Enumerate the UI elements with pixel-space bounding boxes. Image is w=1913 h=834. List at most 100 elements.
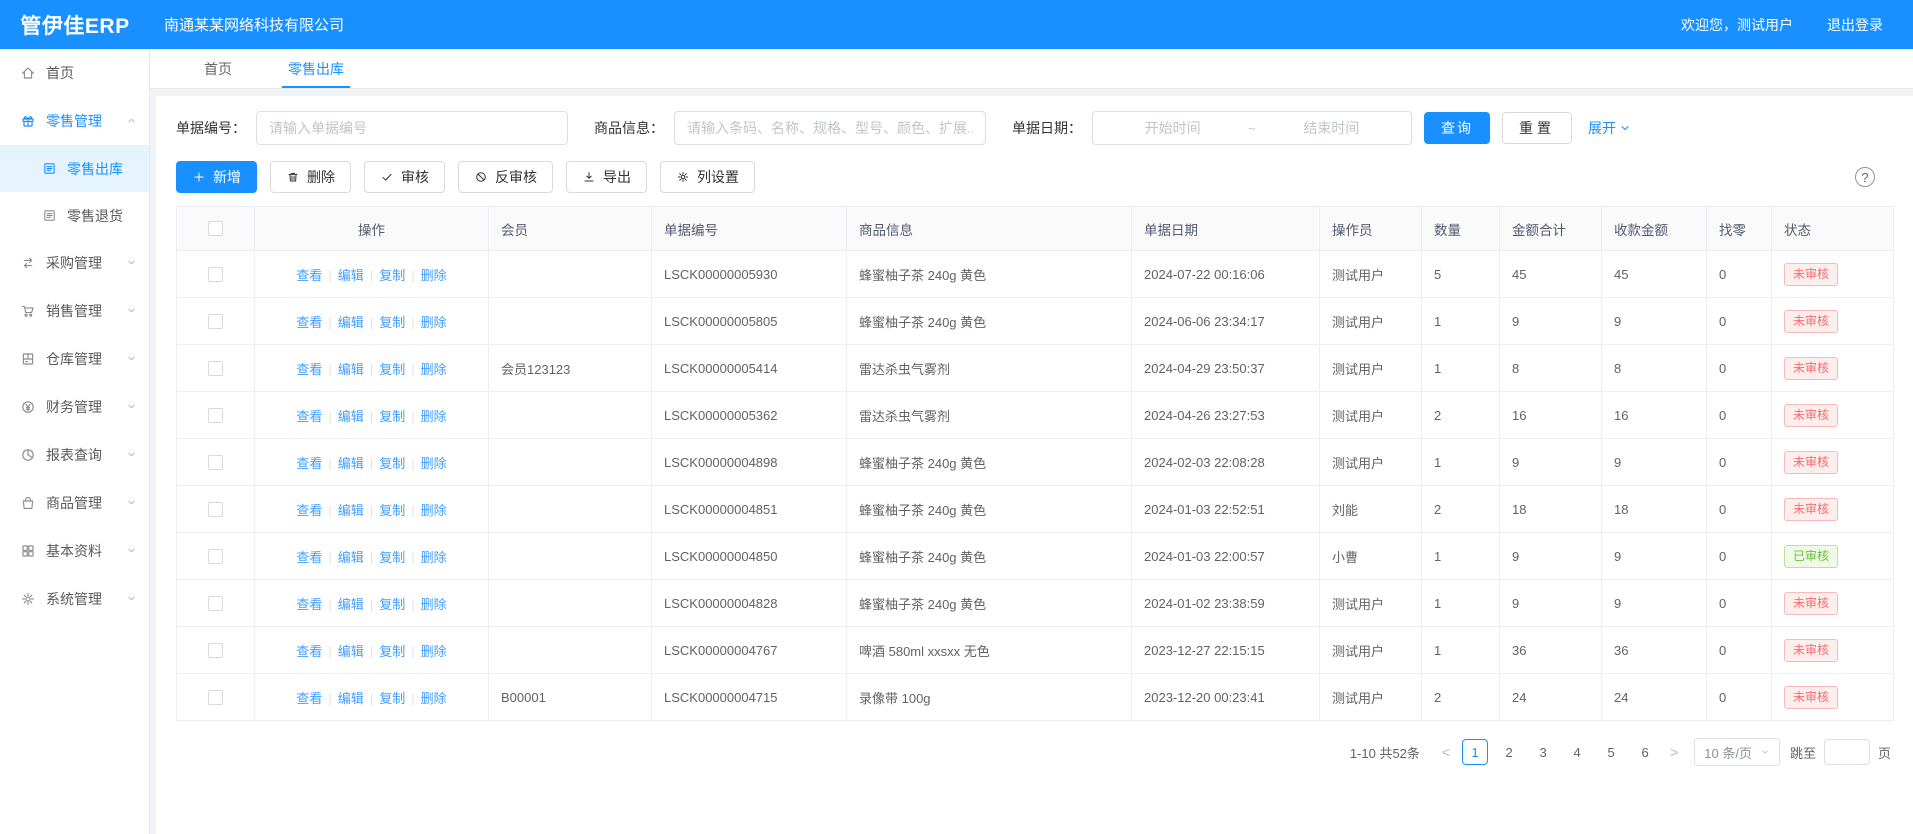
column-settings-button[interactable]: 列设置: [660, 161, 755, 193]
delete-link[interactable]: 删除: [421, 409, 447, 424]
select-all-checkbox[interactable]: [208, 221, 223, 236]
sidebar-item-retail-outbound[interactable]: 零售出库: [0, 145, 149, 192]
row-checkbox[interactable]: [208, 502, 223, 517]
edit-link[interactable]: 编辑: [338, 503, 364, 518]
page-number-2[interactable]: 2: [1496, 739, 1522, 765]
sidebar-item-basic[interactable]: 基本资料: [0, 527, 149, 575]
delete-link[interactable]: 删除: [421, 644, 447, 659]
row-checkbox[interactable]: [208, 267, 223, 282]
edit-link[interactable]: 编辑: [338, 315, 364, 330]
view-link[interactable]: 查看: [296, 456, 322, 471]
sidebar-item-label: 基本资料: [46, 541, 102, 561]
copy-link[interactable]: 复制: [379, 409, 405, 424]
view-link[interactable]: 查看: [296, 503, 322, 518]
row-checkbox[interactable]: [208, 361, 223, 376]
sidebar-item-goods[interactable]: 商品管理: [0, 479, 149, 527]
copy-link[interactable]: 复制: [379, 268, 405, 283]
sidebar-item-finance[interactable]: 财务管理: [0, 383, 149, 431]
copy-link[interactable]: 复制: [379, 503, 405, 518]
page-number-1[interactable]: 1: [1462, 739, 1488, 765]
view-link[interactable]: 查看: [296, 409, 322, 424]
copy-link[interactable]: 复制: [379, 597, 405, 612]
page-number-5[interactable]: 5: [1598, 739, 1624, 765]
row-checkbox[interactable]: [208, 408, 223, 423]
prev-page-button[interactable]: <: [1434, 744, 1458, 760]
view-link[interactable]: 查看: [296, 268, 322, 283]
sidebar-item-sales[interactable]: 销售管理: [0, 287, 149, 335]
view-link[interactable]: 查看: [296, 597, 322, 612]
view-link[interactable]: 查看: [296, 315, 322, 330]
next-page-button[interactable]: >: [1662, 744, 1686, 760]
sidebar-item-label: 零售管理: [46, 111, 102, 131]
page-number-6[interactable]: 6: [1632, 739, 1658, 765]
sidebar-item-report[interactable]: 报表查询: [0, 431, 149, 479]
row-checkbox[interactable]: [208, 643, 223, 658]
copy-link[interactable]: 复制: [379, 362, 405, 377]
cell-product: 蜂蜜柚子茶 240g 黄色: [847, 439, 1132, 486]
action-separator: |: [328, 362, 331, 377]
delete-link[interactable]: 删除: [421, 597, 447, 612]
logout-button[interactable]: 退出登录: [1821, 15, 1883, 35]
search-button[interactable]: 查询: [1424, 112, 1490, 144]
help-icon[interactable]: ?: [1855, 167, 1875, 187]
audit-button[interactable]: 审核: [364, 161, 445, 193]
row-checkbox[interactable]: [208, 549, 223, 564]
edit-link[interactable]: 编辑: [338, 456, 364, 471]
copy-link[interactable]: 复制: [379, 691, 405, 706]
date-range-picker[interactable]: ~: [1092, 111, 1412, 145]
delete-link[interactable]: 删除: [421, 503, 447, 518]
edit-link[interactable]: 编辑: [338, 362, 364, 377]
delete-button[interactable]: 删除: [270, 161, 351, 193]
copy-link[interactable]: 复制: [379, 644, 405, 659]
sidebar-item-retail-return[interactable]: 零售退货: [0, 192, 149, 239]
edit-link[interactable]: 编辑: [338, 691, 364, 706]
delete-link[interactable]: 删除: [421, 315, 447, 330]
start-date-input[interactable]: [1099, 119, 1246, 137]
tab-retail-outbound[interactable]: 零售出库: [282, 49, 350, 88]
jump-to-input[interactable]: [1824, 739, 1870, 765]
row-checkbox[interactable]: [208, 690, 223, 705]
copy-link[interactable]: 复制: [379, 315, 405, 330]
edit-link[interactable]: 编辑: [338, 409, 364, 424]
page-number-4[interactable]: 4: [1564, 739, 1590, 765]
export-button-label: 导出: [603, 167, 631, 187]
copy-link[interactable]: 复制: [379, 550, 405, 565]
tab-home[interactable]: 首页: [198, 49, 238, 88]
cart-icon: [20, 303, 36, 319]
cell-product: 录像带 100g: [847, 674, 1132, 721]
reset-button[interactable]: 重置: [1502, 112, 1572, 144]
delete-link[interactable]: 删除: [421, 456, 447, 471]
delete-link[interactable]: 删除: [421, 691, 447, 706]
sidebar-item-home[interactable]: 首页: [0, 49, 149, 97]
sidebar-item-retail[interactable]: 零售管理: [0, 97, 149, 145]
row-checkbox[interactable]: [208, 596, 223, 611]
view-link[interactable]: 查看: [296, 644, 322, 659]
delete-link[interactable]: 删除: [421, 550, 447, 565]
edit-link[interactable]: 编辑: [338, 644, 364, 659]
add-button[interactable]: 新增: [176, 161, 257, 193]
delete-link[interactable]: 删除: [421, 362, 447, 377]
product-info-input[interactable]: [674, 111, 986, 145]
end-date-input[interactable]: [1258, 119, 1405, 137]
copy-link[interactable]: 复制: [379, 456, 405, 471]
view-link[interactable]: 查看: [296, 362, 322, 377]
edit-link[interactable]: 编辑: [338, 597, 364, 612]
unaudit-button[interactable]: 反审核: [458, 161, 553, 193]
bill-no-input[interactable]: [256, 111, 568, 145]
view-link[interactable]: 查看: [296, 691, 322, 706]
expand-link[interactable]: 展开: [1588, 118, 1631, 138]
row-checkbox[interactable]: [208, 455, 223, 470]
sidebar-item-purchase[interactable]: 采购管理: [0, 239, 149, 287]
sidebar-item-warehouse[interactable]: 仓库管理: [0, 335, 149, 383]
sidebar-item-system[interactable]: 系统管理: [0, 575, 149, 623]
page-size-select[interactable]: 10 条/页: [1694, 738, 1780, 766]
welcome-user[interactable]: 欢迎您，测试用户: [1675, 15, 1793, 35]
page-number-3[interactable]: 3: [1530, 739, 1556, 765]
view-link[interactable]: 查看: [296, 550, 322, 565]
add-button-label: 新增: [213, 167, 241, 187]
delete-link[interactable]: 删除: [421, 268, 447, 283]
export-button[interactable]: 导出: [566, 161, 647, 193]
edit-link[interactable]: 编辑: [338, 550, 364, 565]
row-checkbox[interactable]: [208, 314, 223, 329]
edit-link[interactable]: 编辑: [338, 268, 364, 283]
